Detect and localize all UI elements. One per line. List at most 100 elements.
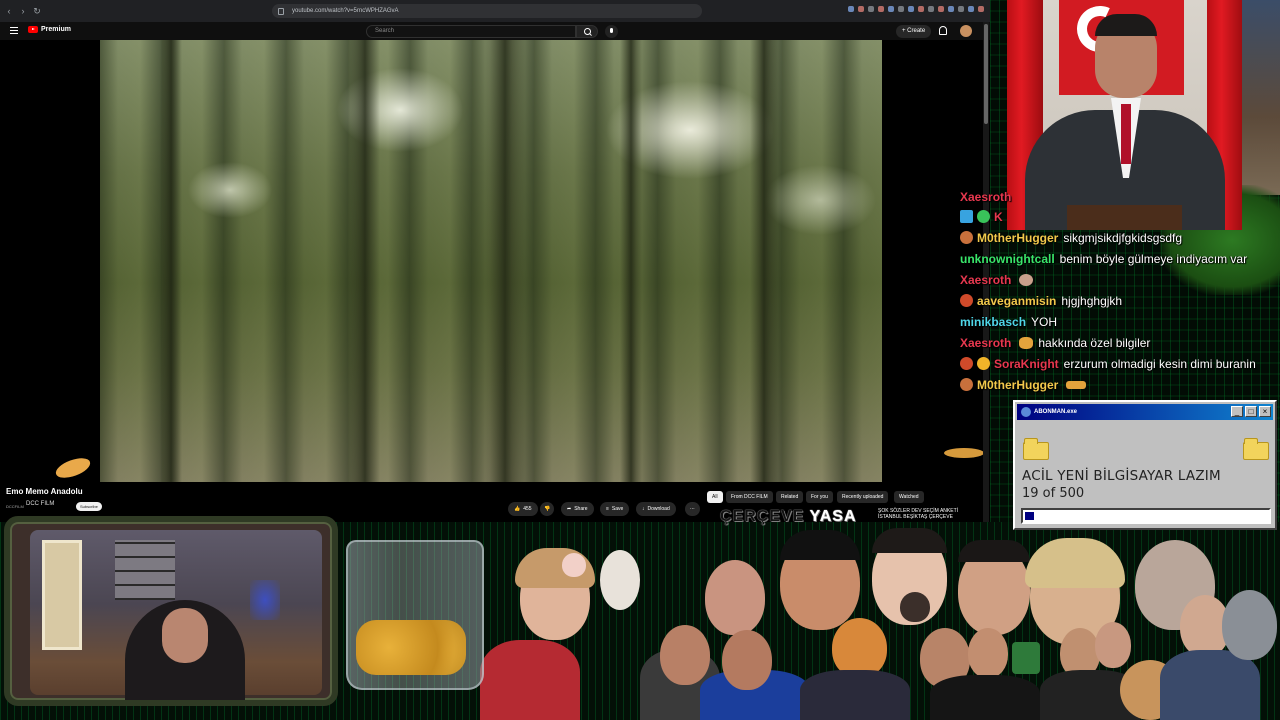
chat-message: minikbasch YOH: [960, 311, 1057, 332]
badge-icon: [960, 210, 973, 223]
chat-username[interactable]: M0therHugger: [977, 378, 1058, 392]
collage-figure: [480, 640, 580, 720]
extension-icon[interactable]: [898, 6, 904, 12]
notifications-bell-icon[interactable]: [939, 26, 947, 35]
site-info-icon[interactable]: [278, 7, 284, 15]
collage-hair: [872, 528, 947, 553]
dislike-button[interactable]: 👎: [540, 502, 555, 516]
collage-face: [1095, 622, 1131, 668]
extension-icon[interactable]: [868, 6, 874, 12]
browser-toolbar: ‹ › ↻ youtube.com/watch?v=5rncWPHZAGvA: [0, 0, 990, 22]
more-actions-button[interactable]: ⋯: [685, 502, 700, 516]
extension-icon[interactable]: [958, 6, 964, 12]
chat-username[interactable]: unknownightcall: [960, 252, 1055, 266]
chat-message: M0therHugger: [960, 374, 1087, 395]
side-photo: [1241, 0, 1280, 195]
share-label: Share: [574, 506, 588, 512]
collage-object: [600, 550, 640, 610]
extension-icon[interactable]: [908, 6, 914, 12]
window-title: ABONMAN.exe: [1034, 409, 1078, 415]
window-titlebar[interactable]: ABONMAN.exe _ □ ×: [1017, 404, 1273, 420]
chip-recently-uploaded[interactable]: Recently uploaded: [837, 491, 889, 503]
like-button[interactable]: 👍 455: [508, 502, 538, 516]
chat-username[interactable]: M0therHugger: [977, 231, 1058, 245]
chip-for-you[interactable]: For you: [806, 491, 833, 503]
chat-text: sikgmjsikdjfgkidsgsdfg: [1063, 230, 1183, 245]
chat-username[interactable]: minikbasch: [960, 315, 1026, 329]
chip-related[interactable]: Related: [776, 491, 804, 503]
forward-icon[interactable]: ›: [18, 6, 28, 16]
minimize-button[interactable]: _: [1231, 406, 1243, 417]
hamburger-menu-icon[interactable]: [10, 27, 18, 34]
collage-face: [1222, 590, 1277, 660]
account-avatar[interactable]: [960, 25, 972, 37]
progress-bar: [1021, 508, 1271, 524]
room-shelves: [115, 540, 175, 600]
share-icon: ➦: [567, 506, 572, 512]
search-placeholder: Search: [375, 28, 395, 34]
subscribe-button[interactable]: Subscribe: [76, 502, 102, 511]
chat-message: K: [960, 206, 1008, 227]
politician-hair: [1095, 14, 1157, 36]
chat-username[interactable]: K: [994, 210, 1003, 224]
video-player[interactable]: [0, 40, 990, 482]
chat-text: hjgjhghgjkh: [1061, 293, 1123, 308]
youtube-logo[interactable]: Premium: [28, 26, 71, 33]
address-bar[interactable]: youtube.com/watch?v=5rncWPHZAGvA: [272, 4, 702, 18]
maximize-button[interactable]: □: [1245, 406, 1257, 417]
like-count: 455: [523, 506, 532, 512]
chip-all[interactable]: All: [707, 491, 723, 503]
collage-face: [660, 625, 710, 685]
download-button[interactable]: ↓ Download: [636, 502, 676, 516]
extension-icon[interactable]: [848, 6, 854, 12]
reload-icon[interactable]: ↻: [32, 6, 42, 16]
chat-username[interactable]: Xaesroth: [960, 190, 1011, 204]
collage-object: [900, 592, 930, 622]
extension-icon[interactable]: [928, 6, 934, 12]
extension-icon[interactable]: [888, 6, 894, 12]
chat-username[interactable]: aaveganmisin: [977, 294, 1056, 308]
retro-progress-window[interactable]: ABONMAN.exe _ □ × ACİL YENİ BİLGİSAYAR L…: [1013, 400, 1277, 530]
room-door: [42, 540, 82, 650]
menu-dots-icon[interactable]: [978, 6, 984, 12]
video-frame-forest[interactable]: [100, 40, 882, 482]
channel-name[interactable]: DCC FILM: [26, 501, 54, 507]
share-button[interactable]: ➦ Share: [561, 502, 594, 516]
scrollbar-thumb[interactable]: [984, 24, 988, 124]
jar-contents: [356, 620, 466, 675]
back-icon[interactable]: ‹: [4, 6, 14, 16]
chat-message: unknownightcall benim böyle gülmeye indi…: [960, 248, 1247, 269]
tree-trunk: [160, 40, 182, 482]
search-input[interactable]: Search: [366, 25, 576, 38]
webcam-room: [30, 530, 322, 700]
create-button[interactable]: + Create: [896, 25, 932, 38]
extension-icon[interactable]: [948, 6, 954, 12]
extension-icon[interactable]: [858, 6, 864, 12]
voice-search-button[interactable]: [605, 25, 618, 38]
chat-message: Xaesroth: [960, 269, 1034, 290]
progress-fill: [1025, 512, 1034, 520]
save-button[interactable]: ≡ Save: [600, 502, 630, 516]
room-light: [250, 580, 280, 620]
sub-badge-icon: [960, 231, 973, 244]
cerceve-word: ÇERÇEVE: [720, 508, 810, 525]
chat-username[interactable]: Xaesroth: [960, 273, 1011, 287]
extension-icon[interactable]: [938, 6, 944, 12]
search-button[interactable]: [576, 25, 598, 38]
window-heading: ACİL YENİ BİLGİSAYAR LAZIM: [1022, 468, 1221, 484]
extension-icon[interactable]: [918, 6, 924, 12]
close-button[interactable]: ×: [1259, 406, 1271, 417]
chip-from-channel[interactable]: From DCC FILM: [726, 491, 773, 503]
streamer-face: [162, 608, 208, 663]
channel-avatar[interactable]: DCCFILM: [6, 504, 24, 512]
chat-username[interactable]: SoraKnight: [994, 357, 1059, 371]
extension-icon[interactable]: [968, 6, 974, 12]
extension-icon[interactable]: [878, 6, 884, 12]
collage-figure: [800, 670, 910, 720]
chat-username[interactable]: Xaesroth: [960, 336, 1011, 350]
streamer-webcam: [4, 516, 338, 706]
folder-icon: [1243, 438, 1269, 460]
download-label: Download: [647, 506, 670, 512]
chip-watched[interactable]: Watched: [894, 491, 924, 503]
chat-text: benim böyle gülmeye indiyacım var: [1059, 251, 1248, 266]
